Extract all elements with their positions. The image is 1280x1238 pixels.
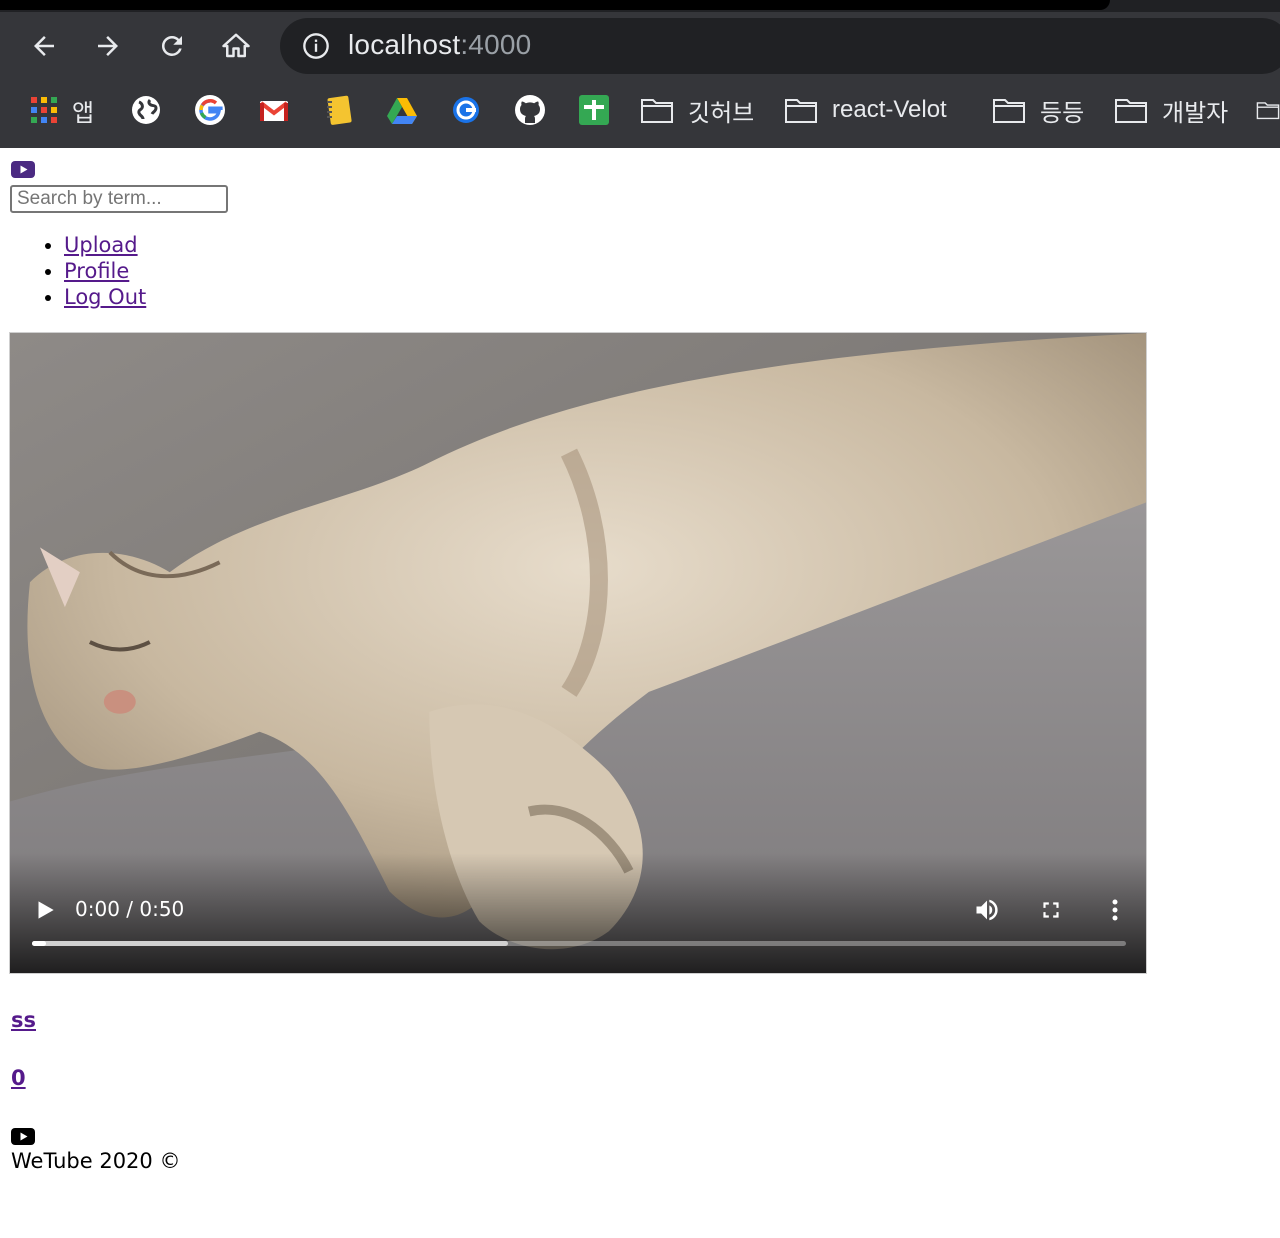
video-views-link[interactable]: 0 (11, 1066, 26, 1090)
home-icon (222, 33, 250, 58)
apps-grid-icon (31, 97, 57, 123)
bookmark-label: react-Velot (832, 96, 947, 123)
more-vertical-icon[interactable] (1103, 896, 1127, 924)
fullscreen-icon[interactable] (1038, 897, 1064, 923)
progress-buffered (32, 941, 508, 946)
active-tab[interactable] (0, 0, 1110, 10)
forward-button[interactable] (90, 28, 126, 64)
url-port: :4000 (460, 29, 532, 60)
progress-bar[interactable] (32, 941, 1126, 946)
video-title-link[interactable]: ss (11, 1008, 36, 1032)
progress-played (32, 941, 46, 946)
google-drive-icon (387, 98, 417, 124)
page-content: Upload Profile Log Out (0, 148, 1280, 1238)
bookmark-label: 개발자 (1162, 98, 1229, 127)
bookmark-gmail[interactable] (258, 88, 290, 132)
logout-link[interactable]: Log Out (64, 285, 146, 309)
reload-button[interactable] (154, 28, 190, 64)
search-input[interactable] (10, 185, 228, 213)
bookmark-apps[interactable]: 앱 (28, 88, 94, 132)
header-menu: Upload Profile Log Out (0, 232, 146, 310)
video-player[interactable]: 0:00 / 0:50 (9, 332, 1147, 974)
time-display: 0:00 / 0:50 (75, 897, 185, 921)
github-icon (515, 95, 545, 125)
back-button[interactable] (26, 28, 62, 64)
youtube-icon (11, 161, 35, 178)
globe-icon (132, 96, 160, 124)
bookmark-folder-etc[interactable]: 등등 (992, 88, 1084, 132)
bookmark-folder-developer[interactable]: 개발자 (1114, 88, 1228, 132)
bookmark-label: 앱 (72, 98, 95, 127)
url-host: localhost (348, 29, 461, 60)
volume-icon[interactable] (973, 896, 1001, 924)
arrow-left-icon (34, 36, 54, 56)
upload-link[interactable]: Upload (64, 233, 138, 257)
logo-link[interactable] (11, 161, 35, 178)
profile-link[interactable]: Profile (64, 259, 129, 283)
bookmark-label: 깃허브 (688, 98, 755, 127)
folder-icon (785, 99, 817, 123)
arrow-right-icon (98, 36, 118, 56)
menu-item-upload: Upload (64, 232, 146, 258)
notebook-icon (327, 95, 352, 125)
bookmarks-bar: 앱 깃허브 react-Velot 등등 개발자 (0, 88, 1280, 132)
google-icon (195, 95, 225, 125)
address-bar[interactable]: localhost:4000 (280, 18, 1280, 74)
bookmark-folder-react-velot[interactable]: react-Velot (784, 88, 947, 132)
home-button[interactable] (218, 28, 254, 64)
bookmark-google[interactable] (194, 88, 226, 132)
gmail-icon (259, 101, 289, 121)
browser-chrome: localhost:4000 앱 깃허브 react-Velot 등등 개발자 (0, 0, 1280, 148)
play-icon[interactable] (32, 897, 58, 923)
bookmark-label: 등등 (1040, 98, 1085, 127)
tab-strip (0, 0, 1280, 12)
url-text: localhost:4000 (348, 29, 531, 61)
reload-icon (161, 35, 182, 56)
youtube-icon (11, 1128, 35, 1145)
bookmark-google-sheets[interactable] (578, 88, 610, 132)
bookmark-globe[interactable] (130, 88, 162, 132)
bookmark-folder-github[interactable]: 깃허브 (640, 88, 754, 132)
menu-item-profile: Profile (64, 258, 146, 284)
bookmark-google-drive[interactable] (386, 88, 418, 132)
folder-icon (1115, 99, 1147, 123)
info-icon[interactable] (302, 32, 330, 60)
bookmark-github[interactable] (514, 88, 546, 132)
footer-copyright: WeTube 2020 © (11, 1149, 181, 1173)
folder-icon (1256, 102, 1280, 120)
folder-icon (641, 99, 673, 123)
google-sheets-add-icon (579, 95, 609, 125)
bookmark-blue-ring[interactable] (450, 88, 482, 132)
folder-icon (993, 99, 1025, 123)
bookmark-folder-overflow[interactable] (1256, 88, 1280, 132)
menu-item-logout: Log Out (64, 284, 146, 310)
blue-ring-icon (453, 97, 479, 123)
bookmark-notebook[interactable] (322, 88, 354, 132)
